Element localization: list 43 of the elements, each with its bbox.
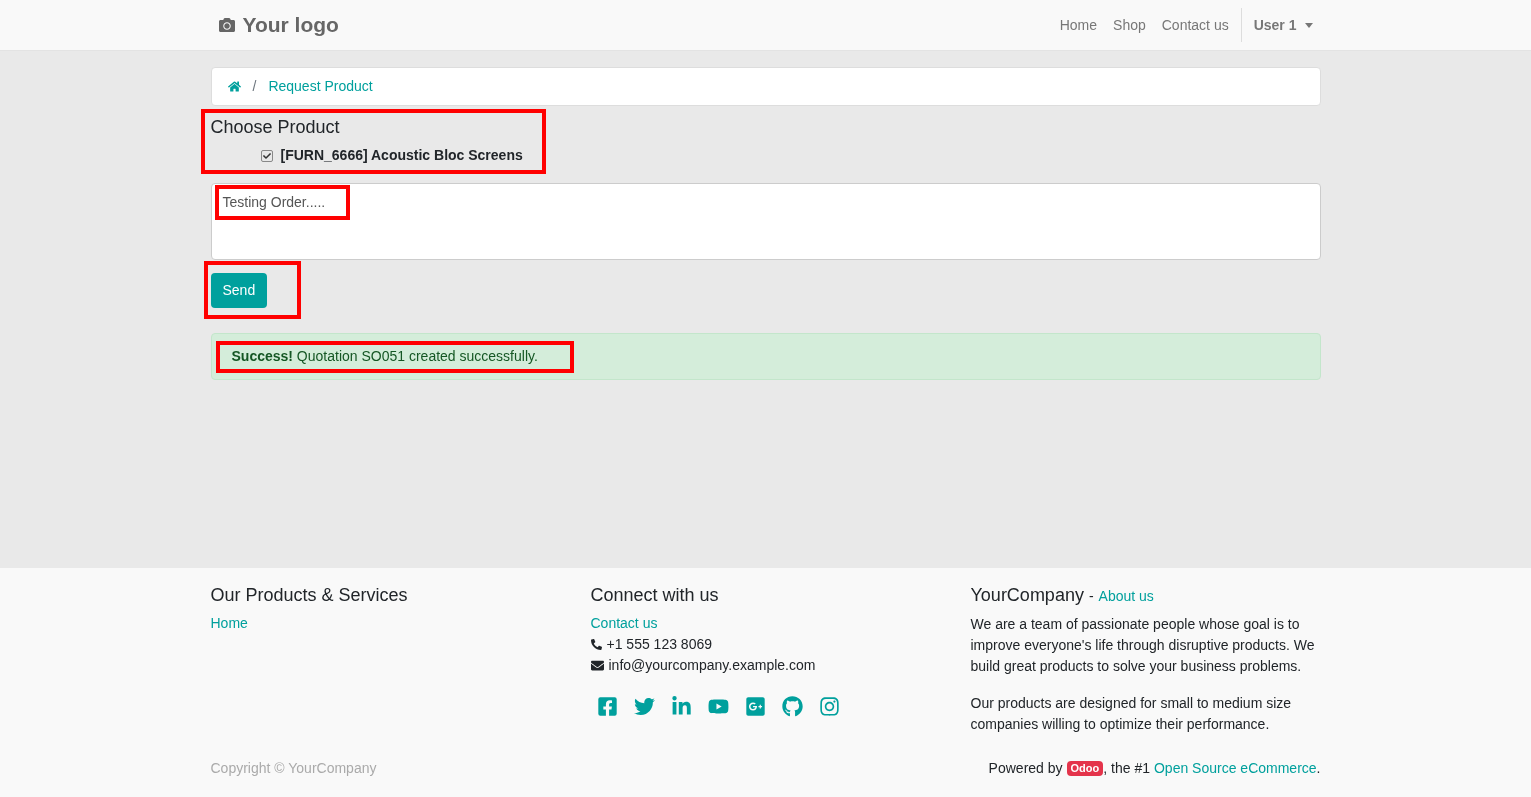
nav-link[interactable]: Home xyxy=(1051,6,1106,44)
user-menu[interactable]: User 1 xyxy=(1245,6,1321,44)
about-link[interactable]: About us xyxy=(1098,586,1154,607)
footer-heading: Connect with us xyxy=(590,584,720,606)
footer-link[interactable]: Contact us xyxy=(590,613,658,634)
facebook-icon[interactable] xyxy=(596,696,618,717)
footer-heading: Our Products & Services xyxy=(210,584,409,606)
email-address: info@yourcompany.example.com xyxy=(608,656,816,675)
footer-link[interactable]: Home xyxy=(210,613,561,634)
linkedin-icon[interactable] xyxy=(670,696,692,717)
google-plus-icon[interactable] xyxy=(744,696,766,717)
nav-link[interactable]: Contact us xyxy=(1153,6,1237,44)
logo[interactable]: Your logo xyxy=(210,9,339,41)
github-icon[interactable] xyxy=(781,696,803,717)
powered-by-text: , the #1 xyxy=(1103,759,1150,778)
period-text: . xyxy=(1316,759,1321,778)
instagram-icon[interactable] xyxy=(818,696,840,717)
copyright-text: Copyright © YourCompany xyxy=(210,759,377,778)
powered-by-text: Powered by xyxy=(988,759,1063,778)
ecommerce-link[interactable]: Open Source eCommerce xyxy=(1153,758,1317,779)
about-paragraph: We are a team of passionate people whose goal is to improve everyone's life through disruptive products. We build great products to solve your business problems. xyxy=(970,615,1316,676)
camera-icon xyxy=(218,17,235,33)
breadcrumb-link[interactable]: Request Product xyxy=(268,76,373,97)
send-button[interactable]: Send xyxy=(210,272,268,308)
breadcrumb-separator: / xyxy=(251,77,258,96)
section-title: Choose Product xyxy=(210,116,341,139)
caret-icon xyxy=(1304,22,1313,28)
about-paragraph: Our products are designed for small to medium size companies willing to optimize their performance. xyxy=(970,694,1293,734)
alert-message: Success! Quotation SO051 created successfully. xyxy=(231,347,538,366)
message-field[interactable]: Testing Order..... xyxy=(210,183,1321,260)
checkbox[interactable] xyxy=(260,149,273,162)
odoo-badge: Odoo xyxy=(1066,761,1104,776)
nav-link[interactable]: Shop xyxy=(1105,6,1154,44)
phone-icon xyxy=(590,639,602,650)
separator-text: - xyxy=(1088,587,1094,606)
home-icon[interactable] xyxy=(227,80,241,93)
phone-number: +1 555 123 8069 xyxy=(606,635,712,654)
twitter-icon[interactable] xyxy=(633,696,655,717)
check-icon xyxy=(262,151,271,160)
message-text: Testing Order..... xyxy=(222,193,326,212)
product-label: [FURN_6666] Acoustic Bloc Screens xyxy=(280,146,523,165)
footer-heading: YourCompany xyxy=(970,584,1084,606)
envelope-icon xyxy=(590,659,604,672)
